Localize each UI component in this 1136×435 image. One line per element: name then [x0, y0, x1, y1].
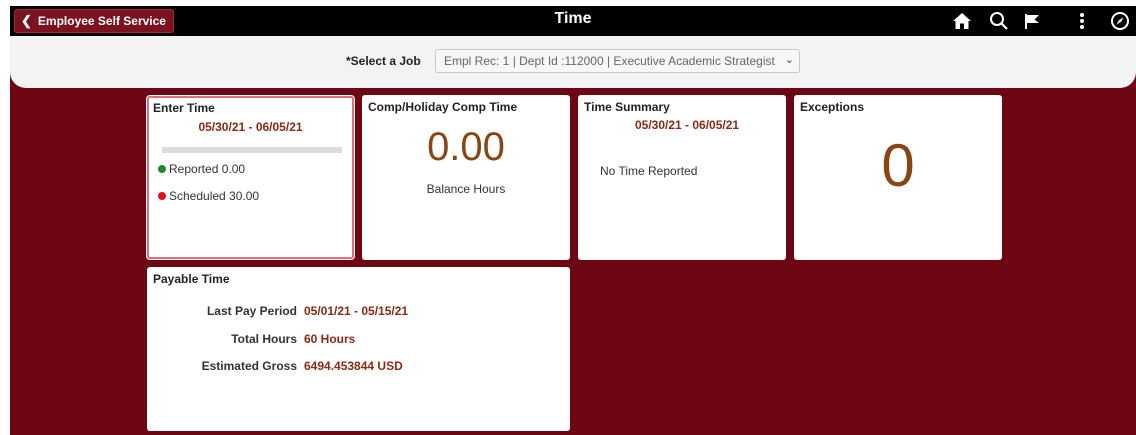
last-pay-period-label: Last Pay Period — [206, 304, 297, 318]
exceptions-count: 0 — [881, 132, 915, 199]
flag-icon[interactable] — [1020, 9, 1044, 33]
reported-label: Reported 0.00 — [169, 162, 246, 176]
tile-title: Payable Time — [153, 272, 230, 286]
tile-title: Comp/Holiday Comp Time — [368, 100, 518, 114]
progress-bar — [162, 147, 342, 153]
chevron-down-icon: ⌄ — [784, 54, 794, 66]
header-bar: ❮ Employee Self Service Time — [10, 6, 1136, 36]
tile-payable-time[interactable]: Payable Time Last Pay Period 05/01/21 - … — [147, 267, 570, 431]
tile-time-summary[interactable]: Time Summary 05/30/21 - 06/05/21 No Time… — [578, 95, 786, 260]
job-selector-bar: *Select a Job Empl Rec: 1 | Dept Id :112… — [10, 36, 1136, 88]
tile-enter-time[interactable]: Enter Time 05/30/21 - 06/05/21 Reported … — [146, 95, 355, 260]
search-icon[interactable] — [987, 9, 1011, 33]
time-page: ❮ Employee Self Service Time *Select a J… — [10, 6, 1136, 435]
last-pay-period-value: 05/01/21 - 05/15/21 — [304, 304, 409, 318]
date-range: 05/30/21 - 06/05/21 — [635, 118, 740, 132]
job-select-value: Empl Rec: 1 | Dept Id :112000 | Executiv… — [444, 54, 775, 68]
navigator-icon[interactable] — [1108, 9, 1132, 33]
total-hours-label: Total Hours — [231, 332, 297, 346]
scheduled-status: Scheduled 30.00 — [158, 189, 259, 203]
tile-title: Enter Time — [153, 101, 215, 115]
date-range: 05/30/21 - 06/05/21 — [198, 120, 303, 134]
tile-comp-time[interactable]: Comp/Holiday Comp Time 0.00 Balance Hour… — [362, 95, 570, 260]
balance-caption: Balance Hours — [426, 182, 506, 196]
scheduled-dot-icon — [158, 192, 166, 200]
job-select-label: *Select a Job — [346, 54, 421, 68]
estimated-gross-label: Estimated Gross — [201, 359, 297, 373]
scheduled-label: Scheduled 30.00 — [169, 189, 260, 203]
tile-title: Time Summary — [584, 100, 670, 114]
total-hours-value: 60 Hours — [304, 332, 356, 346]
reported-status: Reported 0.00 — [158, 162, 245, 176]
tile-exceptions[interactable]: Exceptions 0 — [794, 95, 1002, 260]
home-icon[interactable] — [950, 9, 974, 33]
tile-title: Exceptions — [800, 100, 865, 114]
estimated-gross-value: 6494.453844 USD — [304, 359, 403, 373]
job-select-dropdown[interactable]: Empl Rec: 1 | Dept Id :112000 | Executiv… — [435, 49, 800, 73]
balance-value: 0.00 — [427, 125, 505, 169]
more-icon[interactable] — [1070, 9, 1094, 33]
reported-dot-icon — [158, 165, 166, 173]
no-time-message: No Time Reported — [600, 164, 698, 178]
